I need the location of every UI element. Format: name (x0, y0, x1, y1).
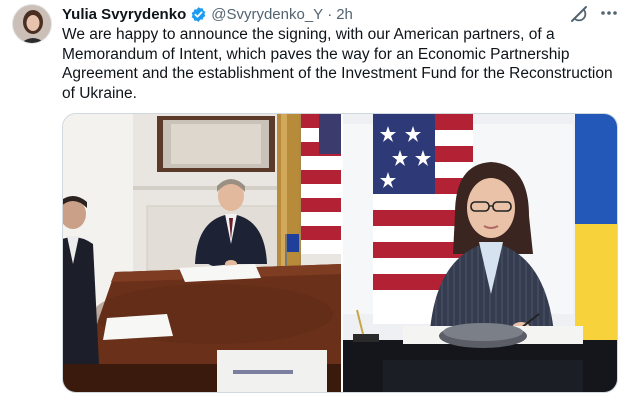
verified-badge-icon (190, 6, 207, 23)
avatar[interactable] (12, 4, 52, 44)
tweet-header: Yulia Svyrydenko @Svyrydenko_Y · 2h (62, 4, 353, 24)
photo-ukraine-signing[interactable] (343, 114, 617, 392)
author-name[interactable]: Yulia Svyrydenko (62, 6, 186, 23)
more-options-icon[interactable] (598, 2, 620, 24)
photo-us-signing[interactable] (63, 114, 341, 392)
tweet[interactable]: Yulia Svyrydenko @Svyrydenko_Y · 2h We a… (0, 0, 626, 401)
timestamp[interactable]: 2h (336, 6, 353, 23)
media-grid[interactable] (62, 113, 618, 393)
tweet-text: We are happy to announce the signing, wi… (62, 26, 613, 102)
author-handle[interactable]: @Svyrydenko_Y (211, 6, 323, 23)
header-separator: · (327, 5, 333, 23)
grok-icon[interactable] (569, 4, 589, 24)
